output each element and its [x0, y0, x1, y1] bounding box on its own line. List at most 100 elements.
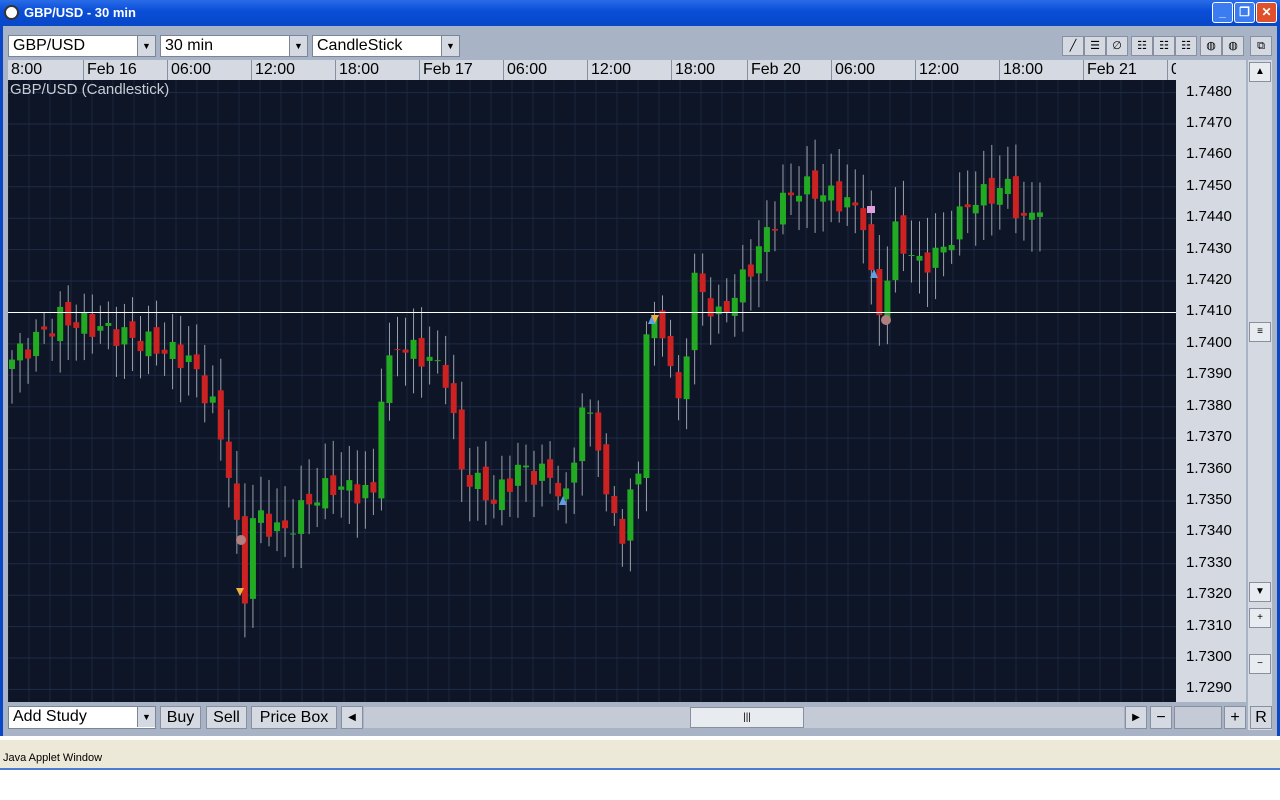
- trendline-tool-icon[interactable]: ╱: [1062, 36, 1084, 56]
- price-chart[interactable]: GBP/USD (Candlestick): [7, 80, 1176, 702]
- time-tick-label: Feb 21: [1083, 60, 1137, 80]
- candle-body: [940, 246, 947, 253]
- candle-body: [956, 206, 963, 240]
- candle-body: [788, 192, 795, 196]
- candle-body: [65, 301, 72, 326]
- price-tick-label: 1.7370: [1186, 428, 1232, 446]
- candlestick-plot: [7, 80, 1176, 702]
- channel-tool-icon[interactable]: ☰: [1084, 36, 1106, 56]
- chevron-down-icon[interactable]: ▼: [289, 36, 307, 56]
- symbol-select[interactable]: GBP/USD ▼: [8, 35, 156, 57]
- price-axis: 1.7480 1.7470 1.7460 1.7450 1.7440 1.7430 1.74…: [1176, 60, 1246, 702]
- candle-body: [579, 407, 586, 462]
- candle-body: [555, 482, 562, 497]
- time-tick-label: Feb 20: [747, 60, 801, 80]
- zoom-in-button[interactable]: +: [1224, 706, 1246, 729]
- candle-body: [426, 356, 433, 361]
- chart-type-select[interactable]: CandleStick ▼: [312, 35, 460, 57]
- candle-body: [458, 409, 465, 470]
- interval-value: 30 min: [165, 37, 214, 54]
- candle-body: [177, 344, 184, 369]
- app-icon: [4, 5, 19, 20]
- candle-body: [980, 184, 987, 206]
- color-scheme-alt-icon[interactable]: ◍: [1222, 36, 1244, 56]
- chevron-down-icon[interactable]: ▼: [137, 36, 155, 56]
- minimize-button[interactable]: _: [1212, 2, 1233, 23]
- candle-body: [298, 500, 305, 534]
- price-tick-label: 1.7450: [1186, 176, 1232, 194]
- zoom-slider[interactable]: [1174, 706, 1222, 729]
- candle-body: [643, 334, 650, 479]
- time-tick-label: Feb 17: [419, 60, 473, 80]
- candle-body: [900, 215, 907, 254]
- candle-body: [611, 495, 618, 514]
- scroll-down-icon[interactable]: ▼: [1249, 582, 1271, 602]
- time-tick-label: 06:00: [167, 60, 211, 80]
- candle-body: [290, 533, 297, 535]
- fibonacci-tool-icon[interactable]: ∅: [1106, 36, 1128, 56]
- price-tick-label: 1.7360: [1186, 459, 1232, 477]
- chevron-down-icon[interactable]: ▼: [137, 707, 155, 727]
- horizontal-scrollbar[interactable]: |||: [364, 707, 1124, 728]
- zoom-out-vertical-icon[interactable]: −: [1249, 654, 1271, 674]
- price-box-button[interactable]: Price Box: [251, 706, 337, 729]
- time-tick-label: 12:00: [915, 60, 959, 80]
- price-tick-label: 1.7290: [1186, 679, 1232, 697]
- candle-body: [1020, 212, 1027, 216]
- color-scheme-icon[interactable]: ◍: [1200, 36, 1222, 56]
- candle-body: [97, 326, 104, 331]
- candle-body: [691, 272, 698, 351]
- candle-body: [378, 401, 385, 499]
- candle-body: [739, 269, 746, 303]
- price-tick-label: 1.7350: [1186, 490, 1232, 508]
- buy-button[interactable]: Buy: [160, 706, 201, 729]
- time-axis: 8:00 Feb 16 06:00 12:00 18:00 Feb 17 06:00 12:0…: [8, 60, 1176, 80]
- candle-body: [506, 478, 513, 492]
- scroll-left-icon[interactable]: ◀: [341, 706, 363, 729]
- time-tick-label: Feb 16: [83, 60, 137, 80]
- price-tick-label: 1.7390: [1186, 365, 1232, 383]
- candle-body: [402, 349, 409, 353]
- sell-button[interactable]: Sell: [206, 706, 247, 729]
- detach-window-icon[interactable]: ⧉: [1250, 36, 1272, 56]
- candle-body: [779, 192, 786, 225]
- scroll-up-icon[interactable]: ▲: [1249, 62, 1271, 82]
- zoom-in-vertical-icon[interactable]: +: [1249, 608, 1271, 628]
- levels-tool-icon[interactable]: ☷: [1153, 36, 1175, 56]
- price-tick-label: 1.7420: [1186, 271, 1232, 289]
- candle-body: [346, 480, 353, 491]
- chart-type-value: CandleStick: [317, 37, 403, 54]
- candle-body: [804, 176, 811, 195]
- time-tick-label: 06:00: [831, 60, 875, 80]
- candle-body: [723, 301, 730, 313]
- reset-button[interactable]: R: [1250, 706, 1272, 729]
- candle-body: [233, 483, 240, 520]
- candle-body: [185, 355, 192, 363]
- candle-body: [828, 185, 835, 201]
- close-button[interactable]: ✕: [1256, 2, 1277, 23]
- candle-body: [908, 255, 915, 257]
- candle-body: [466, 475, 473, 487]
- candle-body: [659, 310, 666, 339]
- chevron-down-icon[interactable]: ▼: [441, 36, 459, 56]
- candle-body: [105, 322, 112, 326]
- candle-body: [619, 518, 626, 544]
- candle-body: [1004, 178, 1011, 194]
- vertical-scrollbar[interactable]: ▲ ≡ ▼ + −: [1248, 60, 1272, 730]
- scroll-right-icon[interactable]: ▶: [1125, 706, 1147, 729]
- lines-tool-icon[interactable]: ☷: [1175, 36, 1197, 56]
- interval-select[interactable]: 30 min ▼: [160, 35, 308, 57]
- zoom-out-button[interactable]: −: [1150, 706, 1172, 729]
- candle-body: [153, 327, 160, 354]
- candle-body: [964, 204, 971, 208]
- candle-body: [755, 246, 762, 274]
- candle-body: [771, 228, 778, 231]
- candle-body: [145, 331, 152, 357]
- candle-body: [73, 322, 80, 328]
- scroll-thumb[interactable]: ≡: [1249, 322, 1271, 342]
- gridlines-tool-icon[interactable]: ☷: [1131, 36, 1153, 56]
- add-study-select[interactable]: Add Study ▼: [8, 706, 156, 729]
- candle-body: [17, 343, 24, 361]
- maximize-button[interactable]: ❐: [1234, 2, 1255, 23]
- scroll-thumb[interactable]: |||: [690, 707, 804, 728]
